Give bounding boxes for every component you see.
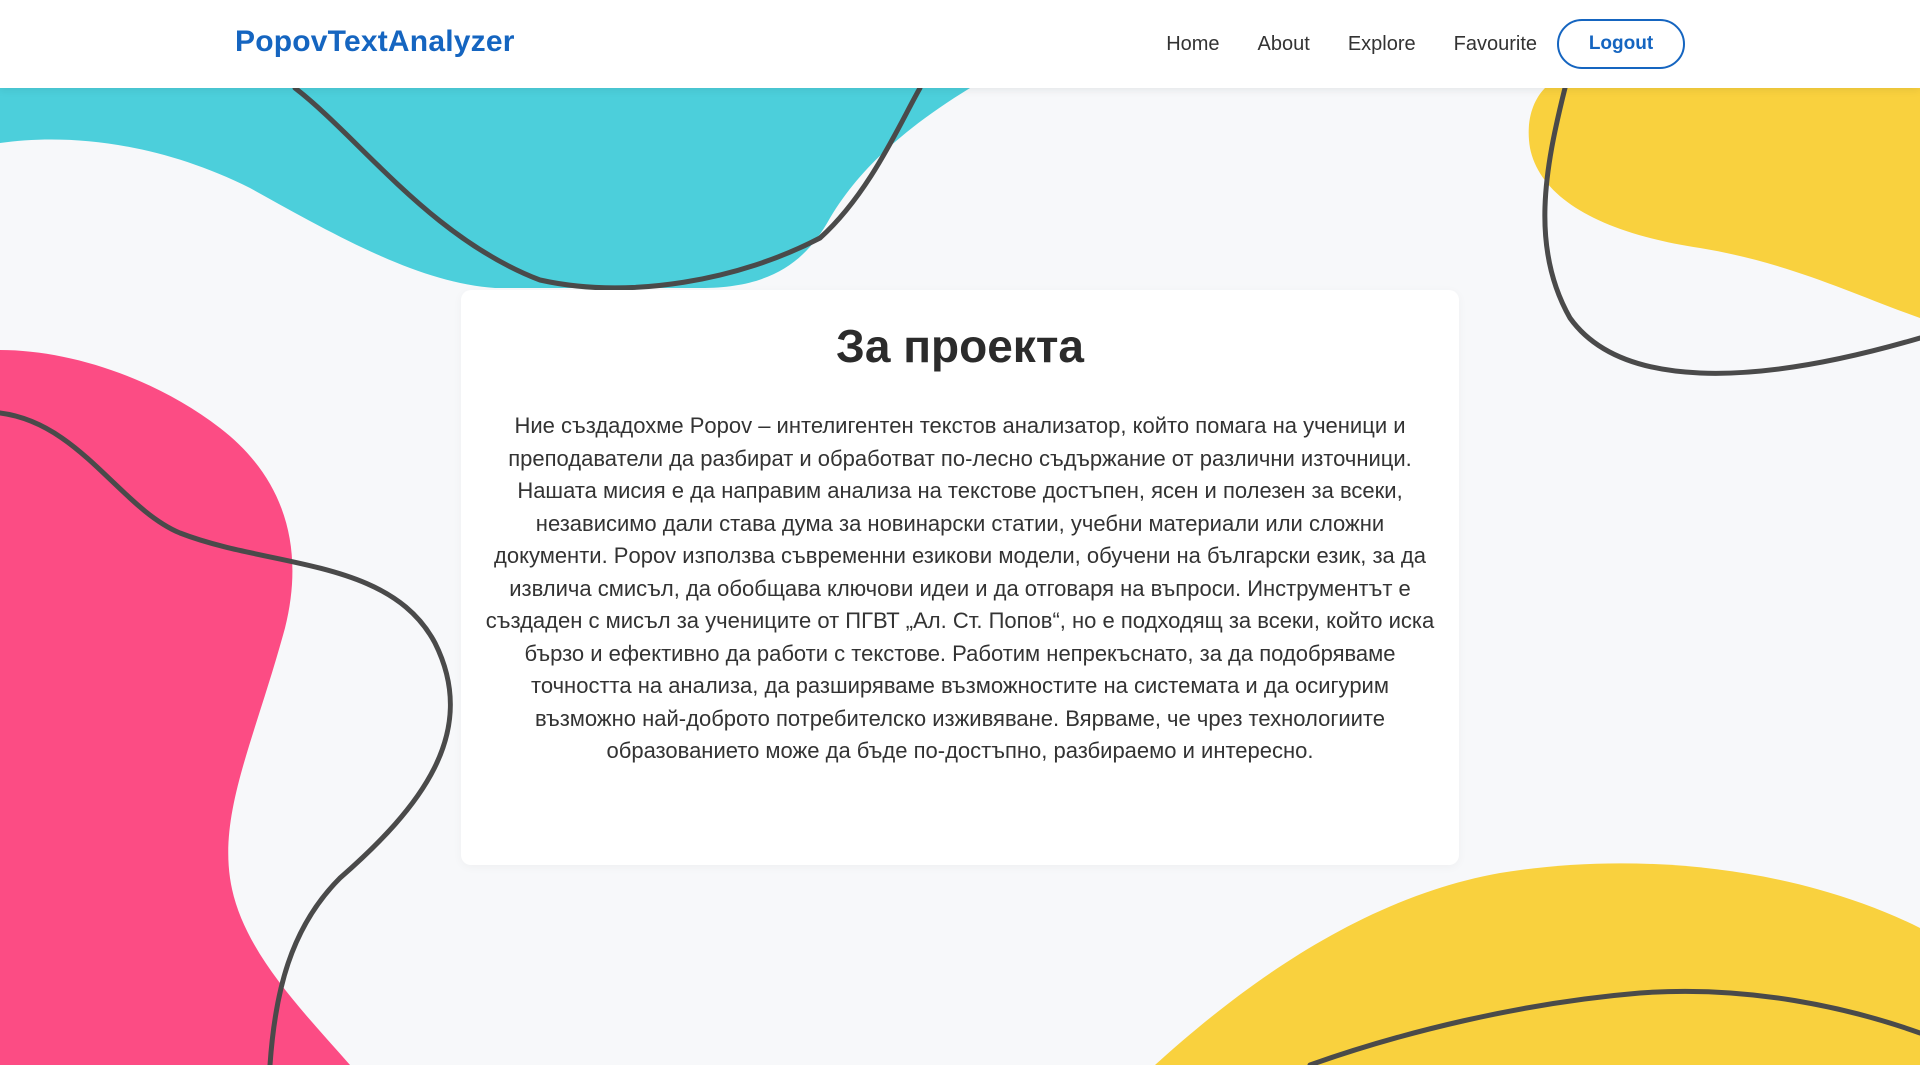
nav-about-link[interactable]: About xyxy=(1258,33,1310,56)
about-description: Ние създадохме Popov – интелигентен текс… xyxy=(485,413,1435,763)
logout-button[interactable]: Logout xyxy=(1557,19,1685,69)
nav-explore-link[interactable]: Explore xyxy=(1348,33,1416,56)
nav-home-link[interactable]: Home xyxy=(1166,33,1219,56)
cyan-blob xyxy=(0,88,970,288)
bottom-strip xyxy=(0,1065,1920,1080)
nav-favourite-link[interactable]: Favourite xyxy=(1454,33,1537,56)
about-card: За проекта Ние създадохме Popov – интели… xyxy=(461,290,1459,865)
nav-links: Home About Explore Favourite Logout xyxy=(1128,0,1685,88)
navbar: PopovTextAnalyzer Home About Explore Fav… xyxy=(0,0,1920,88)
yellow-blob-bottom-right xyxy=(1155,863,1920,1065)
page-title: За проекта xyxy=(836,320,1084,372)
yellow-blob-top-right xyxy=(1528,88,1920,318)
page: PopovTextAnalyzer Home About Explore Fav… xyxy=(0,0,1920,1080)
pink-blob-left xyxy=(0,350,350,1065)
brand-logo[interactable]: PopovTextAnalyzer xyxy=(235,25,515,59)
